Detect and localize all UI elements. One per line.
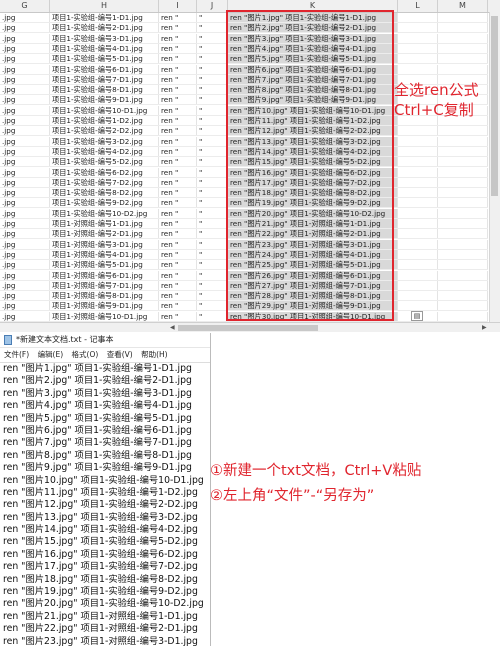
text-line: ren "图片3.jpg" 项目1-实验组-编号3-D1.jpg bbox=[3, 387, 192, 399]
text-line: ren "图片9.jpg" 项目1-实验组-编号9-D1.jpg bbox=[3, 462, 192, 474]
text-line: ren "图片11.jpg" 项目1-实验组-编号1-D2.jpg bbox=[3, 486, 198, 498]
column-header-m[interactable]: M bbox=[438, 0, 488, 12]
text-line: ren "图片18.jpg" 项目1-实验组-编号8-D2.jpg bbox=[3, 573, 198, 585]
text-line: ren "图片4.jpg" 项目1-实验组-编号4-D1.jpg bbox=[3, 400, 192, 412]
text-line: ren "图片5.jpg" 项目1-实验组-编号5-D1.jpg bbox=[3, 412, 192, 424]
text-line: ren "图片10.jpg" 项目1-实验组-编号10-D1.jpg bbox=[3, 474, 204, 486]
table-row: .jpg 项目1-实验组-编号1-D1.jpg ren " " ren "图片1.jpg… bbox=[0, 13, 488, 23]
column-header-k[interactable]: K bbox=[228, 0, 398, 12]
notepad-annotation-line2: ②左上角“文件”-“另存为” bbox=[210, 488, 375, 504]
text-line: ren "图片13.jpg" 项目1-实验组-编号3-D2.jpg bbox=[3, 511, 198, 523]
table-row: .jpg 项目1-实验组-编号5-D1.jpg ren " " ren "图片5.jpg… bbox=[0, 54, 488, 65]
notepad-title: *新建文本文档.txt - 记事本 bbox=[16, 335, 114, 344]
table-row: .jpg 项目1-对照组-编号8-D1.jpg ren " " ren "图片28.jp… bbox=[0, 291, 488, 302]
text-line: ren "图片14.jpg" 项目1-实验组-编号4-D2.jpg bbox=[3, 524, 198, 536]
text-line: ren "图片1.jpg" 项目1-实验组-编号1-D1.jpg bbox=[3, 363, 192, 374]
notepad-annotation-line1: ①新建一个txt文档，Ctrl+V粘贴 bbox=[210, 463, 422, 479]
table-row: .jpg 项目1-实验组-编号9-D2.jpg ren " " ren "图片19.jp… bbox=[0, 198, 488, 209]
menu-file[interactable]: 文件(F) bbox=[4, 350, 29, 359]
horizontal-scroll-thumb[interactable] bbox=[178, 325, 318, 331]
column-header-l[interactable]: L bbox=[398, 0, 438, 12]
text-line: ren "图片17.jpg" 项目1-实验组-编号7-D2.jpg bbox=[3, 561, 198, 573]
table-row: .jpg 项目1-对照组-编号4-D1.jpg ren " " ren "图片24.jp… bbox=[0, 249, 488, 260]
notepad-text-area[interactable]: ren "图片1.jpg" 项目1-实验组-编号1-D1.jpg ren "图片2… bbox=[0, 363, 210, 646]
table-row: .jpg 项目1-实验组-编号5-D2.jpg ren " " ren "图片15.jp… bbox=[0, 157, 488, 168]
scroll-right-icon[interactable]: ▶ bbox=[482, 323, 487, 332]
vertical-scrollbar[interactable] bbox=[489, 12, 500, 322]
table-row: .jpg 项目1-实验组-编号2-D1.jpg ren " " ren "图片2.jpg… bbox=[0, 23, 488, 34]
column-header-i[interactable]: I bbox=[159, 0, 197, 12]
column-header-h[interactable]: H bbox=[50, 0, 159, 12]
text-line: ren "图片2.jpg" 项目1-实验组-编号2-D1.jpg bbox=[3, 375, 192, 387]
notepad-window: *新建文本文档.txt - 记事本 文件(F) 编辑(E) 格式(O) 查看(V… bbox=[0, 333, 211, 646]
excel-window: GHIJKLM .jpg 项目1-实验组-编号1-D1.jpg ren " " ren … bbox=[0, 0, 500, 332]
excel-annotation: 全选ren公式 Ctrl+C复制 bbox=[394, 80, 498, 120]
text-line: ren "图片20.jpg" 项目1-实验组-编号10-D2.jpg bbox=[3, 598, 204, 610]
text-line: ren "图片7.jpg" 项目1-实验组-编号7-D1.jpg bbox=[3, 437, 192, 449]
menu-format[interactable]: 格式(O) bbox=[72, 350, 99, 359]
text-line: ren "图片8.jpg" 项目1-实验组-编号8-D1.jpg bbox=[3, 449, 192, 461]
horizontal-scrollbar[interactable]: ◀ ▶ bbox=[0, 322, 500, 332]
text-line: ren "图片19.jpg" 项目1-实验组-编号9-D2.jpg bbox=[3, 586, 198, 598]
paste-options-icon[interactable]: ▤ bbox=[411, 311, 423, 321]
table-row: .jpg 项目1-对照组-编号7-D1.jpg ren " " ren "图片27.jp… bbox=[0, 280, 488, 291]
table-row: .jpg 项目1-实验组-编号7-D2.jpg ren " " ren "图片17.jp… bbox=[0, 177, 488, 188]
menu-edit[interactable]: 编辑(E) bbox=[38, 350, 64, 359]
table-row: .jpg 项目1-对照组-编号2-D1.jpg ren " " ren "图片22.jp… bbox=[0, 229, 488, 240]
table-row: .jpg 项目1-实验组-编号3-D1.jpg ren " " ren "图片3.jpg… bbox=[0, 33, 488, 44]
table-row: .jpg 项目1-实验组-编号2-D2.jpg ren " " ren "图片12.jp… bbox=[0, 126, 488, 137]
table-row: .jpg 项目1-实验组-编号8-D2.jpg ren " " ren "图片18.jp… bbox=[0, 188, 488, 199]
text-line: ren "图片16.jpg" 项目1-实验组-编号6-D2.jpg bbox=[3, 548, 198, 560]
text-line: ren "图片6.jpg" 项目1-实验组-编号6-D1.jpg bbox=[3, 424, 192, 436]
column-header-bar: GHIJKLM bbox=[0, 0, 500, 13]
notepad-menubar: 文件(F) 编辑(E) 格式(O) 查看(V) 帮助(H) bbox=[0, 348, 210, 363]
text-line: ren "图片22.jpg" 项目1-对照组-编号2-D1.jpg bbox=[3, 623, 198, 635]
text-line: ren "图片12.jpg" 项目1-实验组-编号2-D2.jpg bbox=[3, 499, 198, 511]
table-row: .jpg 项目1-对照组-编号3-D1.jpg ren " " ren "图片23.jp… bbox=[0, 239, 488, 250]
table-row: .jpg 项目1-实验组-编号4-D2.jpg ren " " ren "图片14.jp… bbox=[0, 146, 488, 157]
table-row: .jpg 项目1-实验组-编号6-D2.jpg ren " " ren "图片16.jp… bbox=[0, 167, 488, 178]
notepad-icon bbox=[4, 335, 12, 345]
excel-annotation-line1: 全选ren公式 bbox=[394, 81, 479, 99]
scroll-left-icon[interactable]: ◀ bbox=[170, 323, 175, 332]
text-line: ren "图片15.jpg" 项目1-实验组-编号5-D2.jpg bbox=[3, 536, 198, 548]
table-row: .jpg 项目1-对照组-编号5-D1.jpg ren " " ren "图片25.jp… bbox=[0, 260, 488, 271]
table-row: .jpg 项目1-实验组-编号10-D2.jpg ren " " ren "图片20.j… bbox=[0, 208, 488, 219]
table-row: .jpg 项目1-对照组-编号6-D1.jpg ren " " ren "图片26.jp… bbox=[0, 270, 488, 281]
table-row: .jpg 项目1-实验组-编号4-D1.jpg ren " " ren "图片4.jpg… bbox=[0, 43, 488, 54]
notepad-annotation: ①新建一个txt文档，Ctrl+V粘贴 ②左上角“文件”-“另存为” bbox=[210, 459, 500, 509]
table-row: .jpg 项目1-对照组-编号9-D1.jpg ren " " ren "图片29.jp… bbox=[0, 301, 488, 312]
column-header-g[interactable]: G bbox=[0, 0, 50, 12]
table-row: .jpg 项目1-实验组-编号6-D1.jpg ren " " ren "图片6.jpg… bbox=[0, 64, 488, 75]
text-line: ren "图片23.jpg" 项目1-对照组-编号3-D1.jpg bbox=[3, 635, 198, 646]
column-header-j[interactable]: J bbox=[197, 0, 228, 12]
menu-view[interactable]: 查看(V) bbox=[107, 350, 133, 359]
text-line: ren "图片21.jpg" 项目1-对照组-编号1-D1.jpg bbox=[3, 610, 198, 622]
excel-annotation-line2: Ctrl+C复制 bbox=[394, 101, 474, 119]
menu-help[interactable]: 帮助(H) bbox=[141, 350, 168, 359]
table-row: .jpg 项目1-对照组-编号1-D1.jpg ren " " ren "图片21.jp… bbox=[0, 219, 488, 229]
table-row: .jpg 项目1-实验组-编号3-D2.jpg ren " " ren "图片13.jp… bbox=[0, 136, 488, 147]
notepad-titlebar: *新建文本文档.txt - 记事本 bbox=[0, 333, 210, 348]
